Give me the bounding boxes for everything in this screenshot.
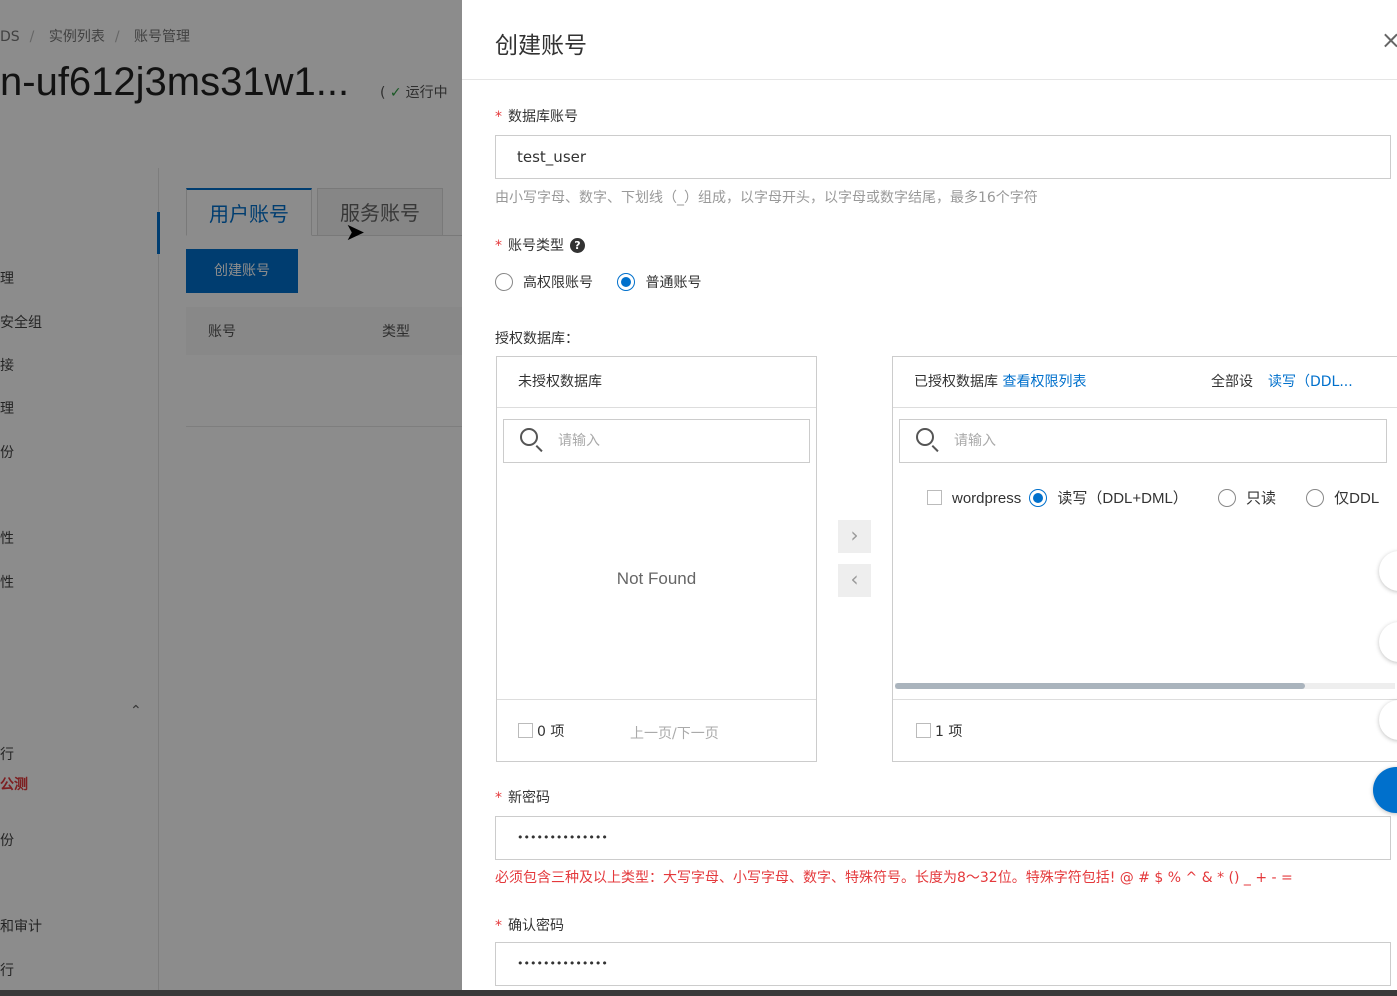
radio-checked-icon[interactable] bbox=[617, 273, 636, 291]
authorized-db-panel: 已授权数据库 查看权限列表 全部设 读写（DDL... wordpress 读写… bbox=[892, 356, 1397, 762]
floating-chat-button[interactable] bbox=[1373, 767, 1397, 813]
perm-ddl-only[interactable]: 仅DDL bbox=[1302, 489, 1379, 507]
radio-icon[interactable] bbox=[495, 273, 513, 291]
account-name-hint: 由小写字母、数字、下划线（_）组成，以字母开头，以字母或数字结尾，最多16个字符 bbox=[495, 190, 1038, 206]
unauthorized-search-input[interactable] bbox=[558, 430, 778, 452]
radio-normal-account[interactable]: 普通账号 bbox=[617, 272, 701, 292]
search-icon bbox=[916, 428, 934, 446]
pager-links[interactable]: 上一页/下一页 bbox=[630, 723, 719, 743]
taskbar bbox=[0, 990, 1397, 996]
view-permissions-link[interactable]: 查看权限列表 bbox=[1002, 374, 1086, 390]
unauthorized-db-panel: 未授权数据库 Not Found 0 项 上一页/下一页 bbox=[496, 356, 817, 762]
account-type-radio-group: 高权限账号 普通账号 bbox=[495, 272, 721, 292]
set-all-link[interactable]: 读写（DDL... bbox=[1268, 357, 1353, 407]
perm-read-only[interactable]: 只读 bbox=[1214, 489, 1276, 507]
authorized-search[interactable] bbox=[899, 419, 1387, 463]
authorized-db-header: 已授权数据库 查看权限列表 全部设 读写（DDL... bbox=[893, 357, 1397, 408]
move-right-button[interactable]: › bbox=[838, 520, 871, 553]
empty-state-text: Not Found bbox=[616, 569, 697, 588]
checkbox-icon[interactable] bbox=[916, 723, 931, 738]
confirm-password-label: * 确认密码 bbox=[495, 918, 564, 934]
radio-admin-account[interactable]: 高权限账号 bbox=[495, 272, 593, 292]
unauthorized-footer: 0 项 上一页/下一页 bbox=[497, 699, 816, 761]
checkbox-icon[interactable] bbox=[518, 723, 533, 738]
move-left-button[interactable]: ‹ bbox=[838, 564, 871, 597]
checkbox-icon[interactable] bbox=[927, 490, 942, 505]
authorized-footer: 1 项 bbox=[893, 699, 1397, 761]
confirm-password-input[interactable]: •••••••••••••• bbox=[495, 942, 1391, 986]
db-name: wordpress bbox=[952, 490, 1022, 507]
account-name-input[interactable]: test_user bbox=[495, 135, 1391, 179]
authorized-db-title: 已授权数据库 bbox=[914, 374, 998, 390]
help-icon[interactable]: ? bbox=[570, 238, 585, 253]
perm-read-write[interactable]: 读写（DDL+DML） bbox=[1025, 489, 1188, 507]
radio-checked-icon[interactable] bbox=[1029, 489, 1048, 507]
select-all-checkbox[interactable]: 1 项 bbox=[916, 721, 962, 741]
unauthorized-db-title: 未授权数据库 bbox=[497, 357, 816, 408]
new-password-label: * 新密码 bbox=[495, 790, 550, 806]
password-rule-error: 必须包含三种及以上类型：大写字母、小写字母、数字、特殊符号。长度为8～32位。特… bbox=[495, 870, 1293, 886]
drawer-title: 创建账号 bbox=[495, 33, 587, 59]
account-type-label: * 账号类型? bbox=[495, 235, 585, 255]
unauthorized-search[interactable] bbox=[503, 419, 810, 463]
create-account-drawer: 创建账号 × * 数据库账号 test_user 由小写字母、数字、下划线（_）组… bbox=[462, 0, 1397, 990]
scrollbar-thumb[interactable] bbox=[895, 683, 1305, 689]
radio-icon[interactable] bbox=[1306, 489, 1325, 507]
new-password-input[interactable]: •••••••••••••• bbox=[495, 816, 1391, 860]
radio-icon[interactable] bbox=[1217, 489, 1236, 507]
horizontal-scrollbar[interactable] bbox=[895, 683, 1395, 689]
authorized-db-row: wordpress 读写（DDL+DML） 只读 仅DDL bbox=[927, 487, 1397, 508]
account-name-label: * 数据库账号 bbox=[495, 109, 578, 125]
grant-db-label: 授权数据库： bbox=[495, 331, 579, 347]
authorized-search-input[interactable] bbox=[954, 430, 1174, 452]
drawer-header: 创建账号 × bbox=[462, 0, 1397, 80]
search-icon bbox=[520, 428, 538, 446]
close-icon[interactable]: × bbox=[1381, 26, 1397, 54]
set-all-label: 全部设 bbox=[1211, 374, 1253, 390]
select-all-checkbox[interactable]: 0 项 bbox=[518, 721, 564, 741]
modal-overlay[interactable] bbox=[0, 0, 462, 996]
